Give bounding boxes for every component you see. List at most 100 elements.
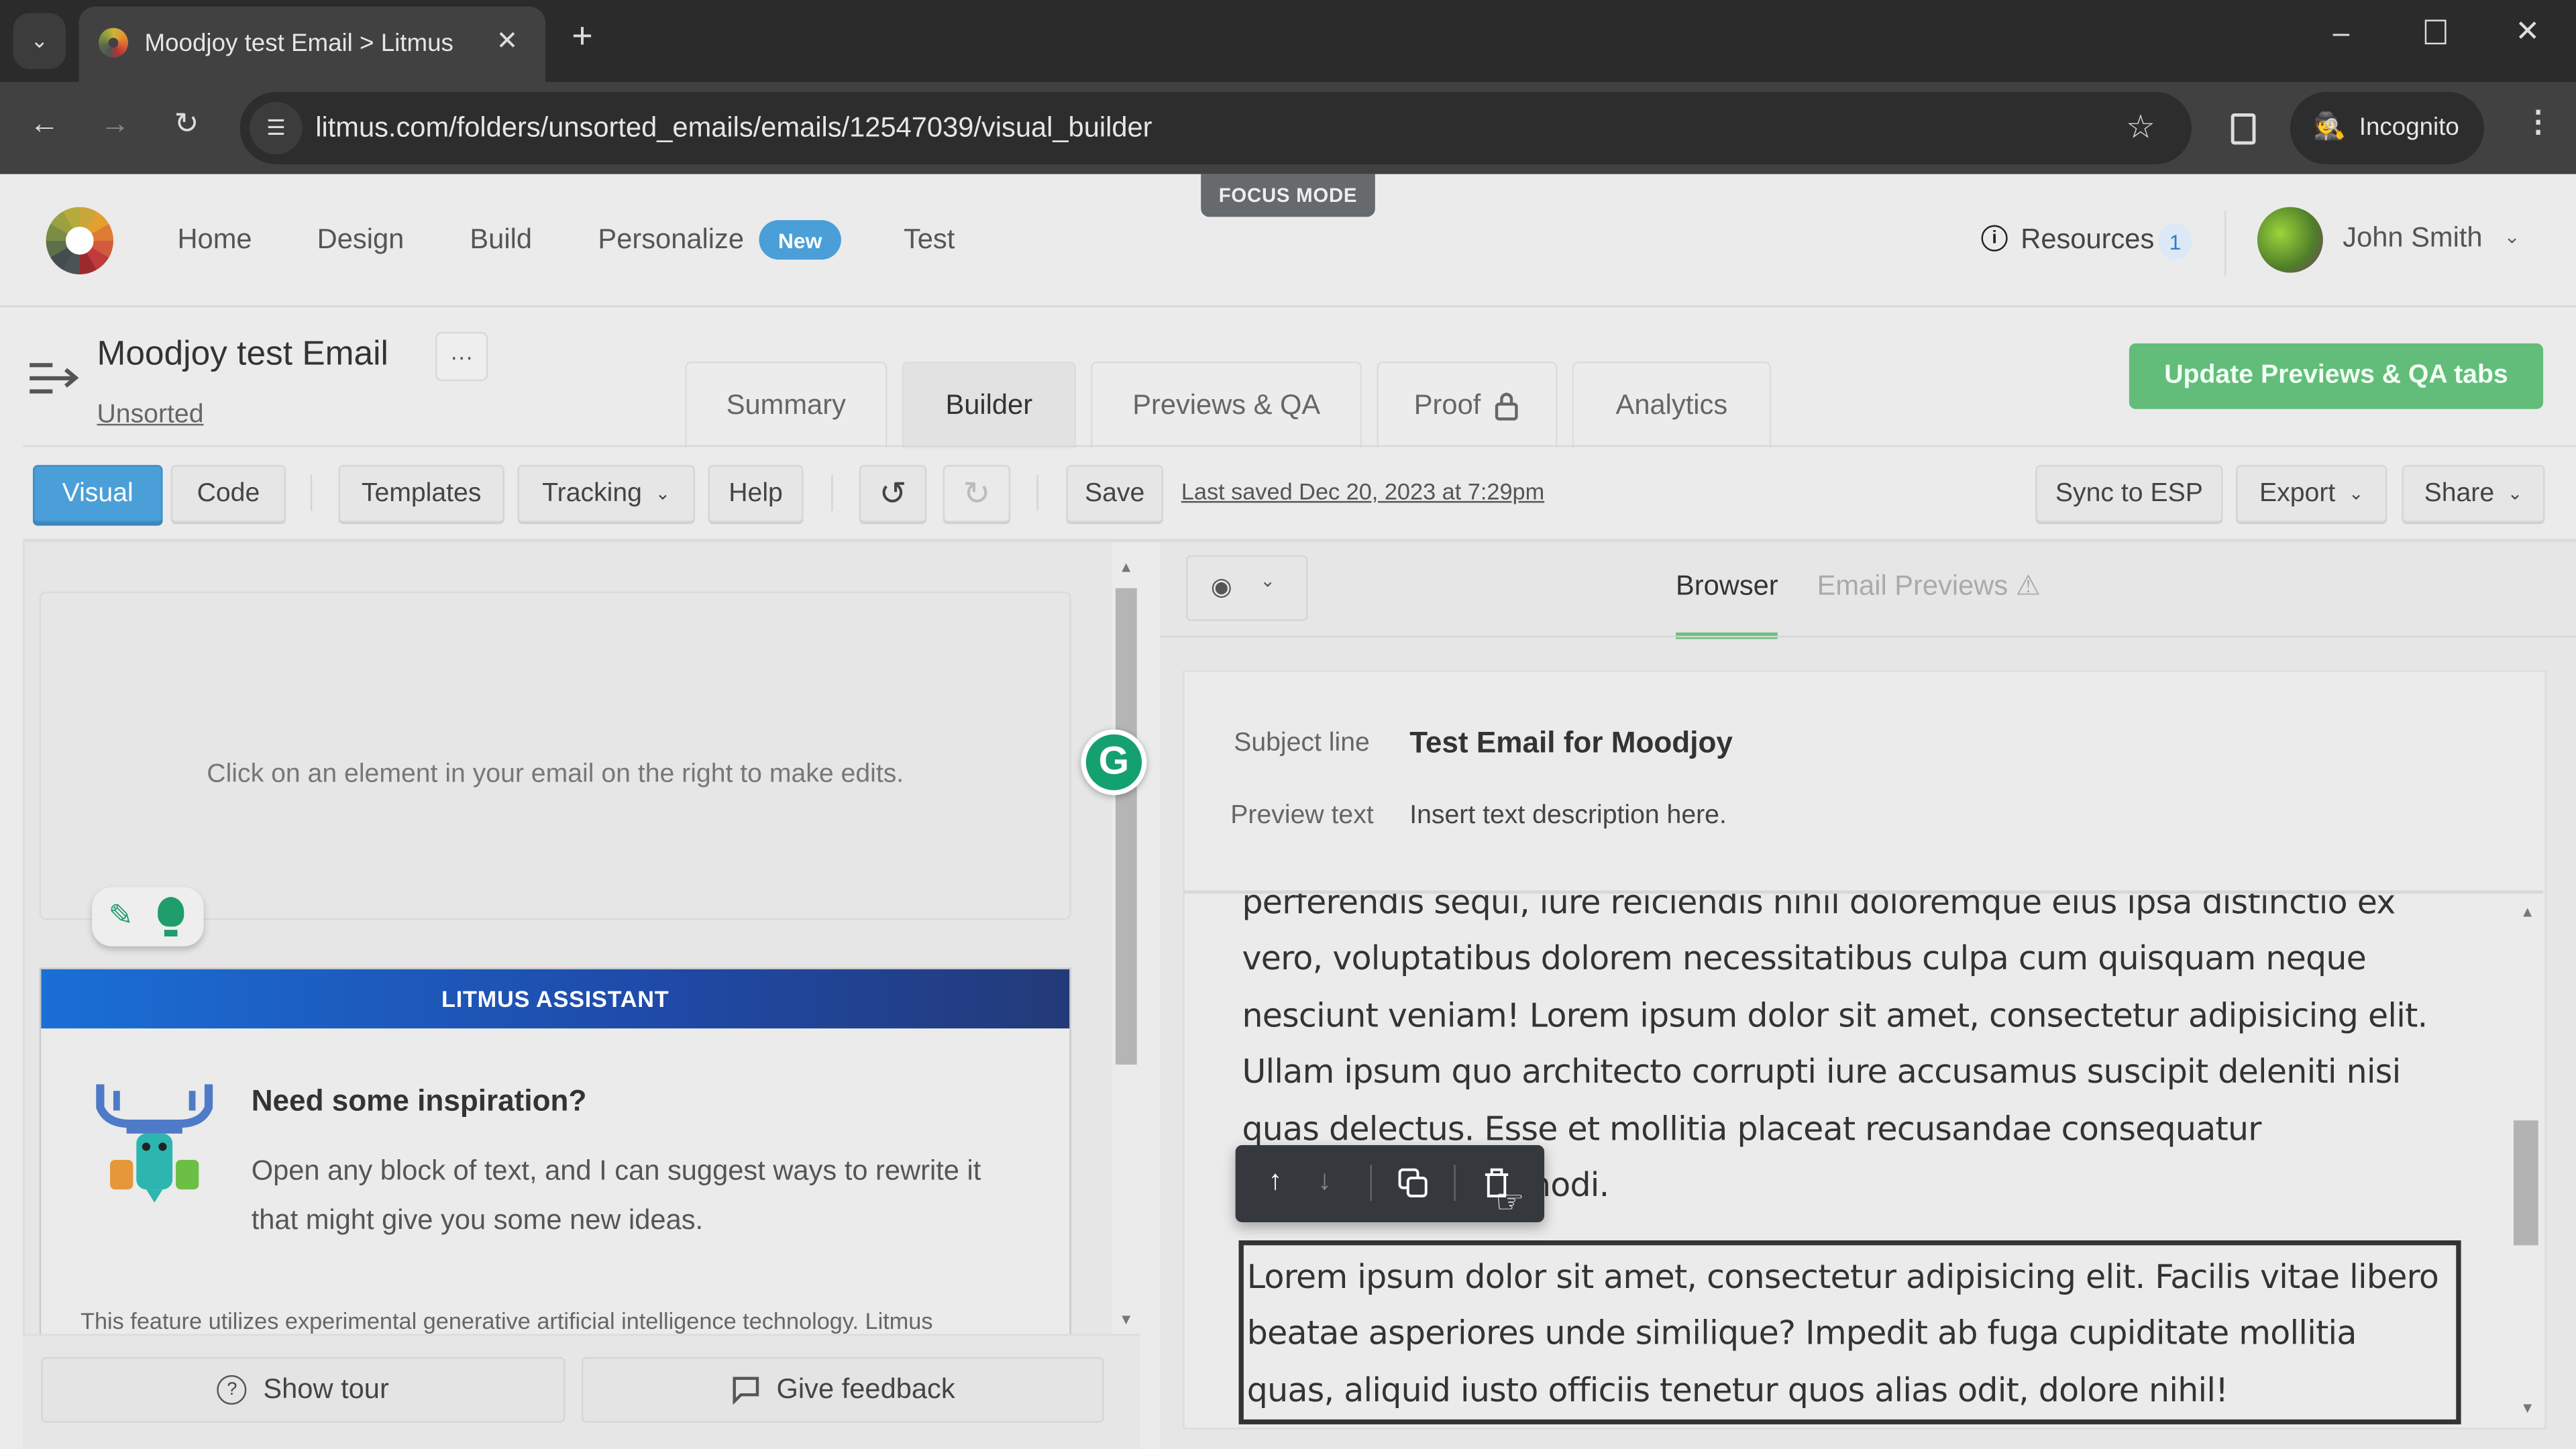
scroll-up-icon[interactable]: ▲ [1119, 559, 1134, 575]
new-tab-icon[interactable]: + [572, 15, 592, 58]
divider [1036, 474, 1038, 511]
user-name[interactable]: John Smith [2343, 222, 2482, 255]
avatar[interactable] [2257, 207, 2323, 273]
tab-summary[interactable]: Summary [685, 361, 888, 449]
incognito-label: Incognito [2359, 113, 2459, 142]
assistant-title: Need some inspiration? [251, 1084, 587, 1118]
magic-pencil-icon[interactable]: ✎ [109, 899, 133, 933]
editor-scrollbar[interactable]: ▲ ▼ [1112, 559, 1140, 1331]
text-block-content[interactable]: Lorem ipsum dolor sit amet, consectetur … [1247, 1248, 2447, 1418]
update-previews-button[interactable]: Update Previews & QA tabs [2129, 343, 2544, 409]
show-tour-label: Show tour [263, 1373, 389, 1405]
divider [310, 474, 313, 511]
visibility-dropdown[interactable]: ◉ ⌄ [1186, 555, 1308, 621]
divider [831, 474, 833, 511]
more-options-button[interactable]: ··· [435, 331, 488, 382]
forward-icon[interactable]: → [100, 107, 129, 141]
address-bar[interactable]: ☰ litmus.com/folders/unsorted_emails/ema… [239, 92, 2192, 164]
scroll-down-icon[interactable]: ▼ [1119, 1311, 1134, 1327]
visual-mode-button[interactable]: Visual [32, 465, 163, 523]
subject-line-value[interactable]: Test Email for Moodjoy [1409, 726, 1733, 760]
eye-icon: ◉ [1210, 573, 1232, 602]
tab-analytics[interactable]: Analytics [1572, 361, 1772, 449]
litmus-assistant-card: LITMUS ASSISTANT Need some inspiration? … [39, 967, 1071, 1334]
incognito-icon: 🕵 [2313, 113, 2346, 142]
url-text[interactable]: litmus.com/folders/unsorted_emails/email… [315, 112, 1152, 145]
scrollbar-thumb[interactable] [1115, 588, 1137, 1065]
block-actions-toolbar: ↑ ↓ ☞ [1235, 1144, 1545, 1223]
tracking-label: Tracking [542, 478, 642, 507]
chevron-down-icon[interactable]: ⌄ [2504, 225, 2520, 248]
chevron-down-icon: ⌄ [30, 28, 49, 53]
last-saved-link[interactable]: Last saved Dec 20, 2023 at 7:29pm [1181, 478, 1544, 504]
folder-link[interactable]: Unsorted [97, 401, 203, 431]
help-button[interactable]: Help [708, 465, 804, 523]
chevron-down-icon: ⌄ [2507, 484, 2523, 504]
tab-builder[interactable]: Builder [902, 361, 1077, 449]
preview-text-label: Preview text [1230, 802, 1374, 830]
reload-icon[interactable]: ↻ [174, 107, 199, 141]
nav-build[interactable]: Build [470, 223, 532, 256]
tab-browser[interactable]: Browser [1676, 570, 1778, 603]
ai-tools-pill[interactable]: ✎ [92, 887, 204, 947]
templates-button[interactable]: Templates [338, 465, 504, 523]
preview-text-value[interactable]: Insert text description here. [1409, 802, 1727, 831]
restore-icon[interactable] [2424, 19, 2447, 45]
back-icon[interactable]: ← [30, 107, 59, 141]
browser-toolbar: ← → ↻ ☰ litmus.com/folders/unsorted_emai… [0, 82, 2576, 174]
site-info-icon[interactable]: ☰ [250, 101, 303, 155]
tab-label: Analytics [1615, 389, 1728, 421]
redo-button[interactable]: ↻ [943, 465, 1011, 523]
tab-email-previews[interactable]: Email Previews ⚠ [1817, 570, 2041, 603]
scroll-down-icon[interactable]: ▼ [2520, 1400, 2535, 1416]
code-mode-button[interactable]: Code [170, 465, 286, 523]
browser-tab[interactable]: Moodjoy test Email > Litmus ✕ [78, 6, 546, 83]
minimize-icon[interactable]: – [2333, 16, 2350, 50]
give-feedback-button[interactable]: Give feedback [581, 1356, 1104, 1423]
focus-mode-button[interactable]: FOCUS MODE [1201, 174, 1375, 217]
tab-proof[interactable]: Proof [1377, 361, 1558, 449]
close-tab-icon[interactable]: ✕ [496, 25, 519, 58]
selected-text-block[interactable]: Lorem ipsum dolor sit amet, consectetur … [1238, 1240, 2461, 1425]
bookmark-star-icon[interactable]: ☆ [2126, 107, 2155, 148]
resources-link[interactable]: Resources [2021, 223, 2154, 256]
browser-menu-icon[interactable]: ⋮ [2524, 105, 2553, 140]
incognito-badge[interactable]: 🕵 Incognito [2290, 92, 2484, 164]
divider [1370, 1165, 1372, 1201]
litmus-logo[interactable] [46, 207, 113, 274]
lightbulb-icon[interactable] [158, 897, 184, 936]
move-down-icon[interactable]: ↓ [1318, 1165, 1332, 1197]
sidebar-toggle-icon[interactable] [30, 362, 79, 394]
grammarly-button[interactable]: G [1081, 729, 1147, 796]
save-button[interactable]: Save [1066, 465, 1163, 523]
empty-editor-state: Click on an element in your email on the… [39, 591, 1071, 920]
nav-personalize[interactable]: Personalize [598, 223, 744, 256]
window-close-icon[interactable]: ✕ [2515, 15, 2540, 49]
screen: ⌄ Moodjoy test Email > Litmus ✕ + – ✕ ← … [0, 0, 2576, 1449]
divider [1454, 1165, 1456, 1201]
tab-label: Summary [726, 389, 846, 421]
scroll-up-icon[interactable]: ▲ [2520, 904, 2535, 920]
warning-icon: ⚠ [2015, 570, 2041, 602]
header-divider [2224, 210, 2226, 276]
ai-disclaimer: This feature utilizes experimental gener… [80, 1307, 933, 1334]
nav-design[interactable]: Design [317, 223, 405, 256]
preview-scrollbar[interactable]: ▲ ▼ [2510, 894, 2543, 1426]
tab-search-button[interactable]: ⌄ [13, 13, 66, 69]
sync-to-esp-button[interactable]: Sync to ESP [2035, 465, 2223, 523]
litmus-favicon-icon [98, 28, 129, 58]
nav-home[interactable]: Home [177, 223, 252, 256]
move-up-icon[interactable]: ↑ [1269, 1165, 1283, 1197]
side-panel-icon[interactable] [2231, 113, 2256, 145]
nav-test[interactable]: Test [904, 223, 955, 256]
duplicate-icon[interactable] [1397, 1167, 1430, 1199]
tracking-dropdown[interactable]: Tracking ⌄ [517, 465, 695, 523]
export-dropdown[interactable]: Export ⌄ [2236, 465, 2387, 523]
show-tour-button[interactable]: ? Show tour [41, 1356, 566, 1423]
scrollbar-thumb[interactable] [2513, 1120, 2538, 1246]
share-dropdown[interactable]: Share ⌄ [2402, 465, 2545, 523]
undo-button[interactable]: ↺ [859, 465, 927, 523]
resources-count-badge: 1 [2158, 223, 2192, 260]
assistant-body: Open any block of text, and I can sugges… [251, 1155, 981, 1236]
tab-previews-qa[interactable]: Previews & QA [1091, 361, 1362, 449]
